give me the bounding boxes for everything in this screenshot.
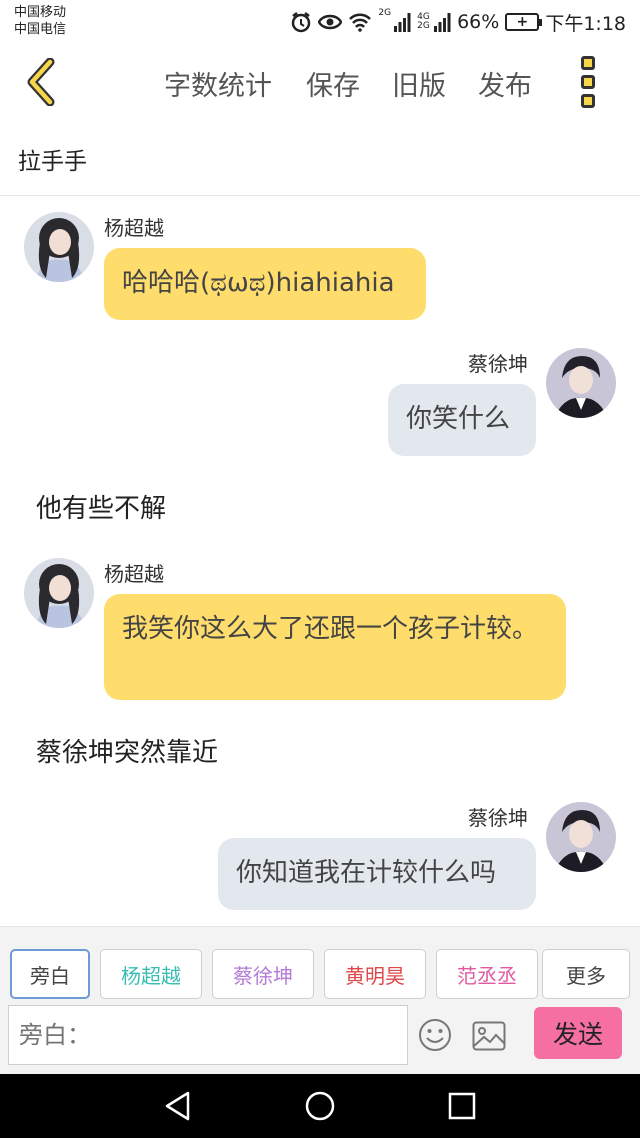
speaker-name: 蔡徐坤 [468, 806, 528, 830]
clock: 下午1:18 [545, 12, 626, 35]
wifi-icon [349, 13, 372, 32]
role-label: 范丞丞 [457, 963, 517, 988]
role-label: 黄明昊 [345, 963, 405, 988]
speaker-name: 杨超越 [104, 216, 164, 240]
signal-icon-1 [394, 13, 411, 32]
narration-text[interactable]: 他有些不解 [36, 488, 166, 525]
more-menu-icon[interactable] [576, 56, 600, 108]
role-tab-cai[interactable]: 蔡徐坤 [212, 949, 314, 999]
message-bubble[interactable]: 你知道我在计较什么吗 [218, 838, 536, 910]
avatar-girl[interactable] [24, 558, 94, 628]
role-label: 杨超越 [121, 963, 181, 988]
word-count-button[interactable]: 字数统计 [164, 64, 272, 103]
image-icon[interactable] [472, 1021, 506, 1051]
role-label: 更多 [566, 963, 606, 988]
message-bubble[interactable]: 哈哈哈(ಥωಥ)hiahiahia [104, 248, 426, 320]
chat-area: 杨超越 哈哈哈(ಥωಥ)hiahiahia 蔡徐坤 你笑什么 他有些不解 杨超越… [0, 196, 640, 926]
message-input-box[interactable] [8, 1005, 408, 1065]
chapter-title: 拉手手 [18, 149, 87, 175]
back-chevron-icon[interactable] [20, 58, 68, 106]
eye-icon [318, 14, 343, 30]
publish-button[interactable]: 发布 [478, 64, 532, 103]
role-tab-more[interactable]: 更多 [542, 949, 630, 999]
emoji-icon[interactable] [418, 1018, 452, 1052]
avatar-boy[interactable] [546, 802, 616, 872]
avatar-girl[interactable] [24, 212, 94, 282]
signal-icon-2 [434, 13, 451, 32]
role-label: 旁白 [30, 963, 70, 988]
system-nav-bar [0, 1074, 640, 1138]
chapter-title-row[interactable]: 拉手手 [0, 128, 640, 196]
speaker-name: 杨超越 [104, 562, 164, 586]
battery-percent: 66% [457, 11, 500, 33]
status-bar: 中国移动 中国电信 2G 4G 2G 66% + 下午1:18 [0, 0, 640, 44]
save-button[interactable]: 保存 [306, 64, 360, 103]
carrier-2: 中国电信 [14, 22, 67, 37]
status-icons: 2G 4G 2G 66% + 下午1:18 [290, 8, 626, 36]
recents-square-icon[interactable] [446, 1090, 478, 1122]
message-bubble[interactable]: 你笑什么 [388, 384, 536, 456]
role-tab-narration[interactable]: 旁白 [10, 949, 90, 999]
network-type-1: 2G [378, 8, 392, 18]
avatar-boy[interactable] [546, 348, 616, 418]
alarm-icon [292, 12, 311, 33]
back-triangle-icon[interactable] [162, 1090, 194, 1122]
speaker-name: 蔡徐坤 [468, 352, 528, 376]
carrier-info: 中国移动 中国电信 [14, 4, 66, 38]
editor-toolbar: 字数统计 保存 旧版 发布 [0, 44, 640, 120]
role-tab-fan[interactable]: 范丞丞 [436, 949, 538, 999]
home-circle-icon[interactable] [304, 1090, 336, 1122]
old-version-button[interactable]: 旧版 [392, 64, 446, 103]
role-label: 蔡徐坤 [233, 963, 293, 988]
battery-charging-icon: + [505, 13, 543, 31]
message-bubble[interactable]: 我笑你这么大了还跟一个孩子计较。 [104, 594, 566, 700]
network-type-2: 4G 2G [417, 12, 430, 31]
carrier-1: 中国移动 [14, 5, 67, 20]
message-input[interactable] [9, 1006, 407, 1064]
narration-text[interactable]: 蔡徐坤突然靠近 [36, 732, 218, 769]
send-button[interactable]: 发送 [534, 1007, 622, 1059]
role-tab-huang[interactable]: 黄明昊 [324, 949, 426, 999]
role-tab-yang[interactable]: 杨超越 [100, 949, 202, 999]
composer-panel: 旁白 杨超越 蔡徐坤 黄明昊 范丞丞 更多 发送 [0, 926, 640, 1074]
